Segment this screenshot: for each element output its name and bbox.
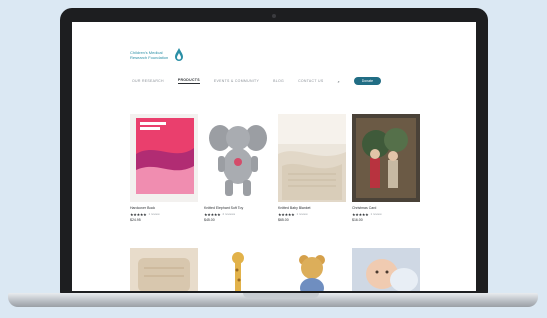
product-name[interactable]: Hardcover Book (130, 206, 198, 211)
laptop-base (8, 293, 538, 307)
product-image-elephant[interactable] (204, 114, 272, 202)
laptop-screen: Children's Medical Research Foundation O… (72, 22, 476, 291)
review-count: 1 review (296, 212, 308, 216)
laptop-notch (243, 293, 319, 298)
camera-icon (272, 14, 276, 18)
baby-item-image (130, 248, 198, 291)
nav-item-products[interactable]: Products (178, 78, 200, 84)
product-card[interactable] (204, 248, 272, 291)
bear-toy-image (278, 248, 346, 291)
product-price: $65.00 (278, 217, 289, 222)
blanket-image (278, 114, 346, 202)
product-name[interactable]: Knitted Elephant Soft Toy (204, 206, 272, 211)
site-logo[interactable]: Children's Medical Research Foundation (130, 48, 184, 61)
product-image-baby[interactable] (352, 248, 420, 291)
product-rating: ★★★★★ 1 review (352, 212, 420, 217)
product-card[interactable]: Hardcover Book ★★★★★ 1 review $24.95 (130, 114, 198, 222)
product-name[interactable]: Knitted Baby Blanket (278, 206, 346, 211)
review-count: 2 reviews (222, 212, 236, 216)
review-count: 1 review (148, 212, 160, 216)
product-rating: ★★★★★ 1 review (130, 212, 198, 217)
logo-text: Children's Medical Research Foundation (130, 49, 169, 60)
product-image-book[interactable] (130, 114, 198, 202)
main-nav: Our Research Products Events & Community… (132, 77, 382, 85)
product-card[interactable]: Knitted Elephant Soft Toy ★★★★★ 2 review… (204, 114, 272, 222)
laptop-frame: Children's Medical Research Foundation O… (60, 8, 488, 295)
review-count: 1 review (370, 212, 382, 216)
baby-photo-image (352, 248, 420, 291)
elephant-toy-image (204, 114, 272, 202)
star-rating: ★★★★★ (130, 211, 147, 217)
product-name[interactable]: Christmas Card (352, 206, 420, 211)
product-image-blanket[interactable] (278, 114, 346, 202)
star-rating: ★★★★★ (204, 211, 221, 217)
product-price: $24.95 (130, 217, 141, 222)
product-image-giraffe[interactable] (204, 248, 272, 291)
droplet-logo-icon (175, 48, 183, 61)
nav-item-events[interactable]: Events & Community (214, 79, 259, 83)
book-cover-image (130, 114, 198, 202)
product-card[interactable] (278, 248, 346, 291)
search-icon[interactable]: ⌕ (338, 79, 340, 84)
product-card[interactable] (130, 248, 198, 291)
christmas-card-image (352, 114, 420, 202)
product-image-bear[interactable] (278, 248, 346, 291)
product-card[interactable]: Knitted Baby Blanket ★★★★★ 1 review $65.… (278, 114, 346, 222)
product-rating: ★★★★★ 2 reviews (204, 212, 272, 217)
star-rating: ★★★★★ (278, 211, 295, 217)
product-image-baby-item[interactable] (130, 248, 198, 291)
nav-item-contact[interactable]: Contact Us (298, 79, 323, 83)
star-rating: ★★★★★ (352, 211, 369, 217)
product-card[interactable] (352, 248, 420, 291)
nav-item-blog[interactable]: Blog (273, 79, 284, 83)
product-price: $16.00 (352, 217, 363, 222)
product-rating: ★★★★★ 1 review (278, 212, 346, 217)
product-card[interactable]: Christmas Card ★★★★★ 1 review $16.00 (352, 114, 420, 222)
nav-item-our-research[interactable]: Our Research (132, 79, 164, 83)
product-price: $45.00 (204, 217, 215, 222)
product-image-card[interactable] (352, 114, 420, 202)
giraffe-toy-image (204, 248, 272, 291)
donate-button[interactable]: Donate (353, 77, 382, 85)
